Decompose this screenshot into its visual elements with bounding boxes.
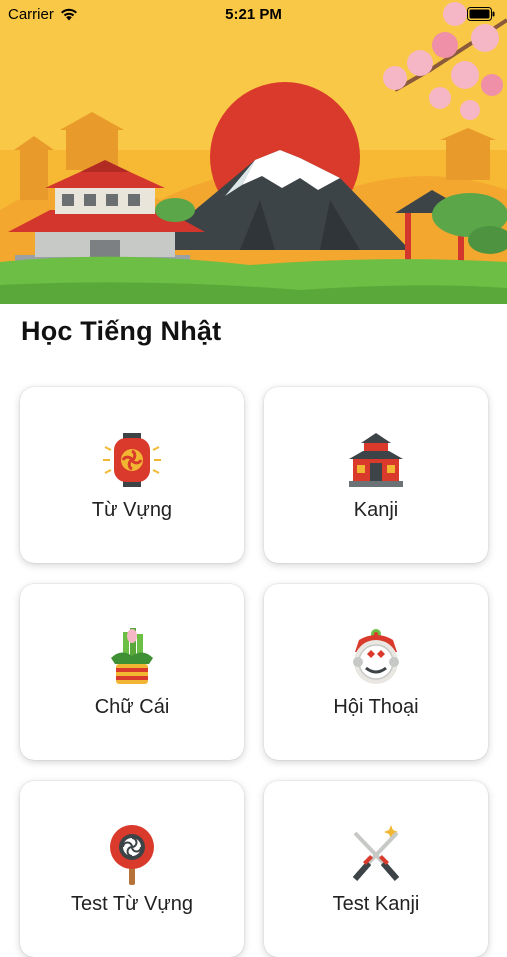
menu-card-label: Chữ Cái xyxy=(94,696,170,718)
kadomatsu-icon xyxy=(111,628,153,684)
japanese-temple-icon xyxy=(349,433,403,487)
menu-card-test-kanji[interactable]: Test Kanji xyxy=(264,781,488,957)
menu-card-label: Test Từ Vựng xyxy=(70,893,193,915)
menu-card-kanji[interactable]: Kanji xyxy=(264,387,488,563)
menu-card-chu-cai[interactable]: Chữ Cái xyxy=(20,584,244,760)
status-time: 5:21 PM xyxy=(225,6,282,23)
menu-card-label: Kanji xyxy=(353,499,399,521)
menu-card-label: Từ Vựng xyxy=(91,499,173,521)
crossed-swords-icon xyxy=(352,825,400,881)
paper-lantern-icon xyxy=(103,433,161,487)
menu-card-label: Test Kanji xyxy=(332,893,420,915)
menu-card-label: Hội Thoại xyxy=(333,696,419,718)
battery-icon xyxy=(467,7,495,25)
uchiwa-fan-icon xyxy=(110,825,154,885)
menu-grid: Từ Vựng Kanji Chữ Cái Hội Thoại Test Từ … xyxy=(0,0,507,957)
menu-card-test-tu-vung[interactable]: Test Từ Vựng xyxy=(20,781,244,957)
status-bar: Carrier 5:21 PM xyxy=(0,0,507,30)
menu-card-tu-vung[interactable]: Từ Vựng xyxy=(20,387,244,563)
menu-card-hoi-thoai[interactable]: Hội Thoại xyxy=(264,584,488,760)
lion-mask-icon xyxy=(353,629,399,684)
